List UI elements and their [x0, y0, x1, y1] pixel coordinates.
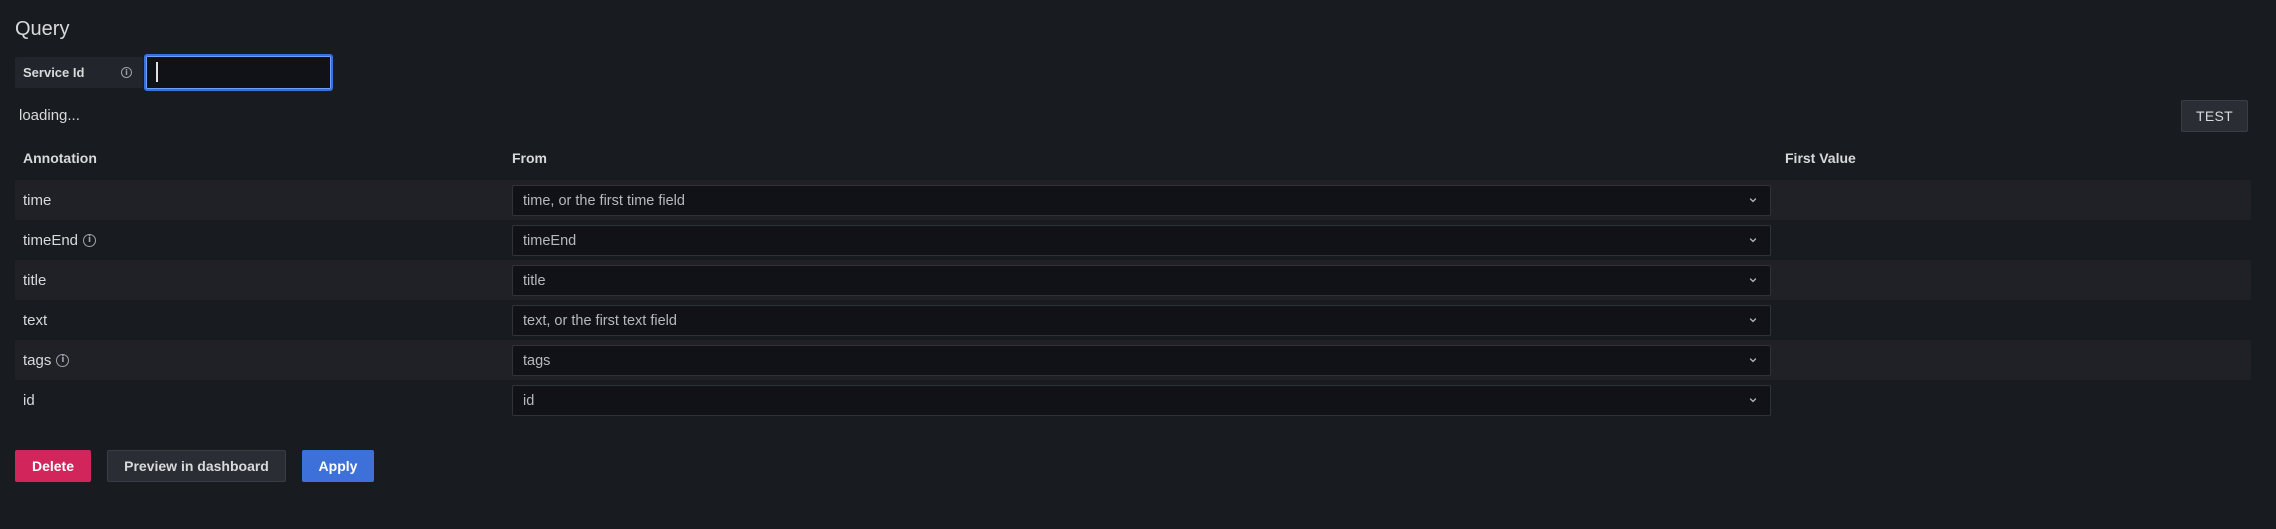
header-first-value: First Value	[1785, 150, 1856, 166]
annotation-label: tags i	[23, 340, 70, 380]
table-row: tags i tags	[15, 340, 2251, 380]
from-field-value: title	[523, 272, 546, 289]
annotation-label-text: title	[23, 271, 47, 289]
info-circle-icon[interactable]: i	[56, 353, 70, 367]
info-circle-icon[interactable]: i	[121, 67, 132, 78]
from-field-select[interactable]: tags	[512, 345, 1771, 376]
chevron-down-icon	[1749, 358, 1757, 363]
annotation-label-text: timeEnd	[23, 231, 79, 249]
chevron-down-icon	[1749, 318, 1757, 323]
annotation-label: title	[23, 260, 46, 300]
from-field-select[interactable]: text, or the first text field	[512, 305, 1771, 336]
table-row: title title	[15, 260, 2251, 300]
header-from: From	[512, 150, 547, 166]
annotation-label-text: text	[23, 311, 48, 329]
chevron-down-icon	[1749, 278, 1757, 283]
from-field-select[interactable]: title	[512, 265, 1771, 296]
delete-button[interactable]: Delete	[15, 450, 91, 482]
from-field-select[interactable]: timeEnd	[512, 225, 1771, 256]
from-field-select[interactable]: time, or the first time field	[512, 185, 1771, 216]
table-body: time time, or the first time field timeEnd…	[15, 180, 2251, 420]
annotation-label-text: id	[23, 391, 35, 409]
from-field-select[interactable]: id	[512, 385, 1771, 416]
annotation-label: text	[23, 300, 47, 340]
from-field-value: text, or the first text field	[523, 312, 677, 329]
annotation-label: time	[23, 180, 51, 220]
table-row: id id	[15, 380, 2251, 420]
preview-in-dashboard-button[interactable]: Preview in dashboard	[107, 450, 286, 482]
from-field-value: tags	[523, 352, 551, 369]
apply-button[interactable]: Apply	[302, 450, 374, 482]
service-id-label: Service Id i	[15, 57, 143, 88]
from-field-value: timeEnd	[523, 232, 577, 249]
service-id-input[interactable]	[144, 54, 333, 91]
chevron-down-icon	[1749, 198, 1757, 203]
table-row: text text, or the first text field	[15, 300, 2251, 340]
from-field-value: time, or the first time field	[523, 192, 685, 209]
from-field-value: id	[523, 392, 535, 409]
test-button[interactable]: TEST	[2181, 100, 2248, 132]
table-header: Annotation From First Value	[15, 140, 2251, 180]
section-title: Query	[15, 18, 70, 40]
annotation-label-text: tags	[23, 351, 52, 369]
annotation-mapping-table: Annotation From First Value time time, or…	[15, 140, 2251, 420]
annotation-label: timeEnd i	[23, 220, 97, 260]
annotation-query-editor: Query Service Id i loading... TEST Annot…	[0, 0, 2276, 529]
text-caret	[156, 62, 158, 82]
table-row: timeEnd i timeEnd	[15, 220, 2251, 260]
annotation-label: id	[23, 380, 35, 420]
chevron-down-icon	[1749, 238, 1757, 243]
annotation-label-text: time	[23, 191, 52, 209]
loading-status: loading...	[19, 107, 80, 124]
service-id-label-text: Service Id	[23, 65, 85, 80]
info-circle-icon[interactable]: i	[83, 233, 97, 247]
table-row: time time, or the first time field	[15, 180, 2251, 220]
header-annotation: Annotation	[23, 150, 97, 166]
chevron-down-icon	[1749, 398, 1757, 403]
